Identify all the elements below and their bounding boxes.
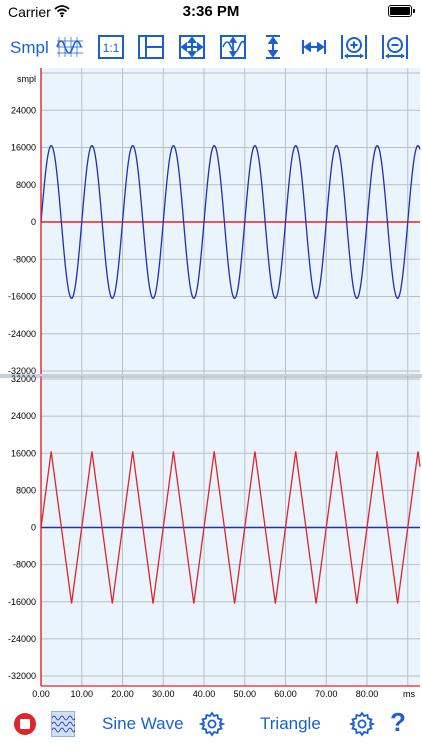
channel2-wave-button[interactable]: Triangle [260, 714, 321, 734]
plot-background-2[interactable] [41, 376, 420, 686]
fit-all-icon[interactable] [178, 33, 206, 61]
y-tick-label: 8000 [16, 485, 36, 495]
y-tick-label: 8000 [16, 180, 36, 190]
x-tick-label: 60.00 [274, 689, 297, 699]
y-tick-label: -8000 [13, 560, 36, 570]
horizontal-zoom-out-icon[interactable] [381, 33, 409, 61]
y-tick-label: 16000 [11, 448, 36, 458]
y-tick-label: -24000 [8, 634, 36, 644]
help-question-icon[interactable]: ? [390, 707, 406, 738]
waveform-thumbnail-icon[interactable] [51, 711, 76, 737]
channel1-wave-button[interactable]: Sine Wave [102, 714, 184, 734]
x-axis-label: ms [403, 689, 415, 699]
y-tick-label: -16000 [8, 597, 36, 607]
y-tick-label: -24000 [8, 329, 36, 339]
y-tick-label: -32000 [8, 671, 36, 681]
zoom-one-to-one-label: 1:1 [103, 41, 120, 55]
horizontal-zoom-in-icon[interactable] [340, 33, 368, 61]
plot-background-1[interactable] [41, 68, 420, 374]
x-tick-label: 30.00 [152, 689, 175, 699]
x-tick-label: 50.00 [233, 689, 256, 699]
split-view-icon[interactable] [137, 33, 165, 61]
sample-units-button[interactable]: Smpl [10, 38, 49, 58]
waveform-grid-icon[interactable] [56, 33, 84, 61]
y-tick-label: 24000 [11, 105, 36, 115]
horizontal-resize-icon[interactable] [300, 33, 328, 61]
x-tick-label: 0.00 [32, 689, 50, 699]
y-tick-label: 0 [31, 217, 36, 227]
channel2-settings-gear-icon[interactable] [348, 711, 376, 737]
oscilloscope-view[interactable]: 24000 16000 8000 0 -8000 -16000 -24000 -32000 sm… [0, 68, 422, 700]
x-tick-label: 40.00 [193, 689, 216, 699]
x-tick-label: 70.00 [315, 689, 338, 699]
stop-icon[interactable] [13, 712, 37, 736]
x-tick-label: 80.00 [356, 689, 379, 699]
y-tick-label: 24000 [11, 411, 36, 421]
fit-vertical-wave-icon[interactable] [219, 33, 247, 61]
y-axis-label: smpl [17, 74, 36, 84]
bottom-toolbar: Sine Wave Triangle ? [0, 706, 422, 742]
y-tick-label: -8000 [13, 254, 36, 264]
x-tick-label: 10.00 [70, 689, 93, 699]
battery-icon [388, 5, 415, 17]
top-toolbar: Smpl 1:1 [0, 30, 422, 66]
channel1-settings-gear-icon[interactable] [198, 711, 226, 737]
vertical-resize-icon[interactable] [259, 33, 287, 61]
y-tick-label: 0 [31, 523, 36, 533]
waveform-chart[interactable]: 24000 16000 8000 0 -8000 -16000 -24000 -32000 sm… [0, 68, 422, 700]
y-tick-label: -16000 [8, 292, 36, 302]
status-bar: Carrier 3:36 PM [0, 0, 422, 24]
x-tick-label: 20.00 [111, 689, 134, 699]
zoom-one-to-one-button[interactable]: 1:1 [97, 33, 125, 61]
y-tick-label: 16000 [11, 143, 36, 153]
clock-label: 3:36 PM [182, 3, 240, 20]
